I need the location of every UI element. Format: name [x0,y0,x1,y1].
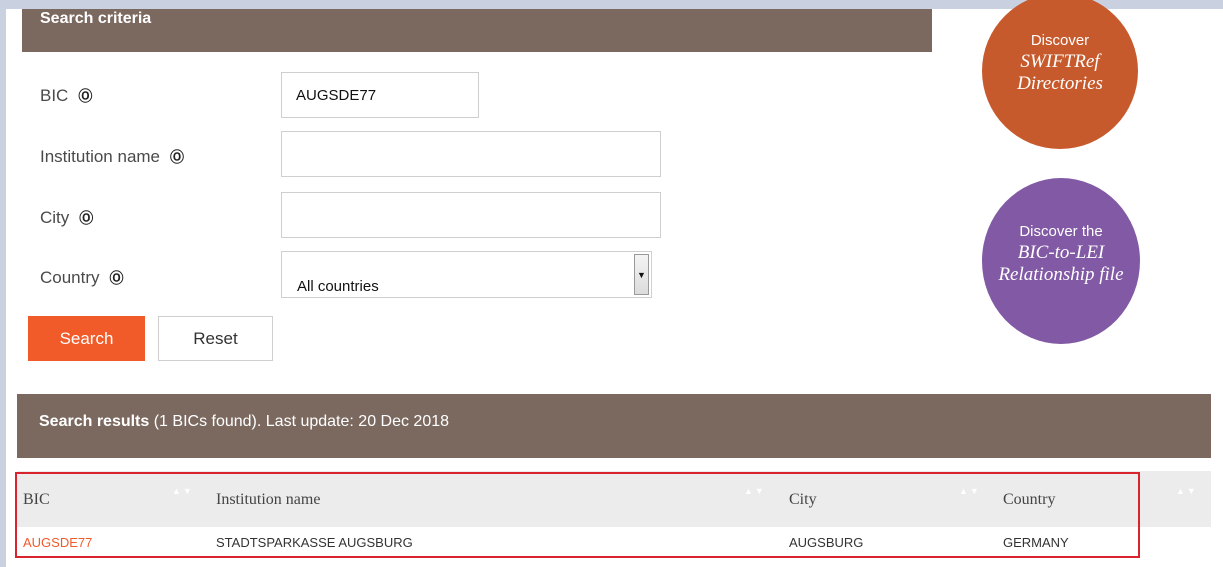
city-input[interactable] [281,192,661,238]
chevron-down-icon[interactable]: ▼ [634,254,649,295]
search-criteria-header: Search criteria [22,9,932,52]
country-select[interactable]: All countries ▼ [281,251,652,298]
table-row: AUGSDE77 STADTSPARKASSE AUGSBURG AUGSBUR… [17,527,1211,557]
search-results-header: Search results (1 BICs found). Last upda… [17,394,1211,458]
city-label: City Ⓞ [40,208,93,228]
sort-icon[interactable]: ▲▼ [1176,486,1198,496]
search-criteria-title: Search criteria [40,10,152,27]
help-icon[interactable]: Ⓞ [79,208,93,228]
column-header-institution-name[interactable]: Institution name [216,471,320,527]
results-table: BIC ▲▼ Institution name ▲▼ City ▲▼ Count… [17,471,1211,561]
cell-country: GERMANY [1003,535,1069,550]
column-header-bic[interactable]: BIC [23,471,50,527]
search-button[interactable]: Search [28,316,145,361]
country-label: Country Ⓞ [40,268,124,288]
institution-name-label: Institution name Ⓞ [40,147,184,167]
cell-city: AUGSBURG [789,535,864,550]
help-icon[interactable]: Ⓞ [78,86,92,106]
institution-name-label-text: Institution name [40,147,161,166]
city-label-text: City [40,208,70,227]
cell-bic-link[interactable]: AUGSDE77 [23,527,92,559]
table-header-row: BIC ▲▼ Institution name ▲▼ City ▲▼ Count… [17,471,1211,527]
bic-label: BIC Ⓞ [40,86,92,106]
promo-swiftref-directories[interactable]: Discover SWIFTRef Directories [982,0,1138,149]
help-icon[interactable]: Ⓞ [170,147,184,167]
promo-bic-to-lei-line2: BIC-to-LEI [1017,242,1105,263]
promo-bic-to-lei-line1: Discover the [1019,223,1103,240]
sort-icon[interactable]: ▲▼ [172,486,194,496]
promo-swiftref-line3: Directories [1017,73,1103,94]
cell-institution-name: STADTSPARKASSE AUGSBURG [216,535,413,550]
help-icon[interactable]: Ⓞ [110,268,124,288]
reset-button[interactable]: Reset [158,316,273,361]
sort-icon[interactable]: ▲▼ [959,486,981,496]
bic-input[interactable] [281,72,479,118]
promo-bic-to-lei-line3: Relationship file [998,264,1124,285]
promo-swiftref-line2: SWIFTRef [1020,51,1100,72]
promo-swiftref-line1: Discover [1030,32,1090,49]
bic-label-text: BIC [40,86,69,105]
column-header-city[interactable]: City [789,471,817,527]
promo-bic-to-lei[interactable]: Discover the BIC-to-LEI Relationship fil… [982,178,1140,344]
column-header-country[interactable]: Country [1003,471,1055,527]
search-results-title: Search results [39,413,150,430]
sort-icon[interactable]: ▲▼ [744,486,766,496]
country-label-text: Country [40,268,100,287]
country-select-value: All countries [297,278,379,295]
window-left-border [0,0,6,567]
institution-name-input[interactable] [281,131,661,177]
search-results-summary: (1 BICs found). Last update: 20 Dec 2018 [149,413,450,430]
